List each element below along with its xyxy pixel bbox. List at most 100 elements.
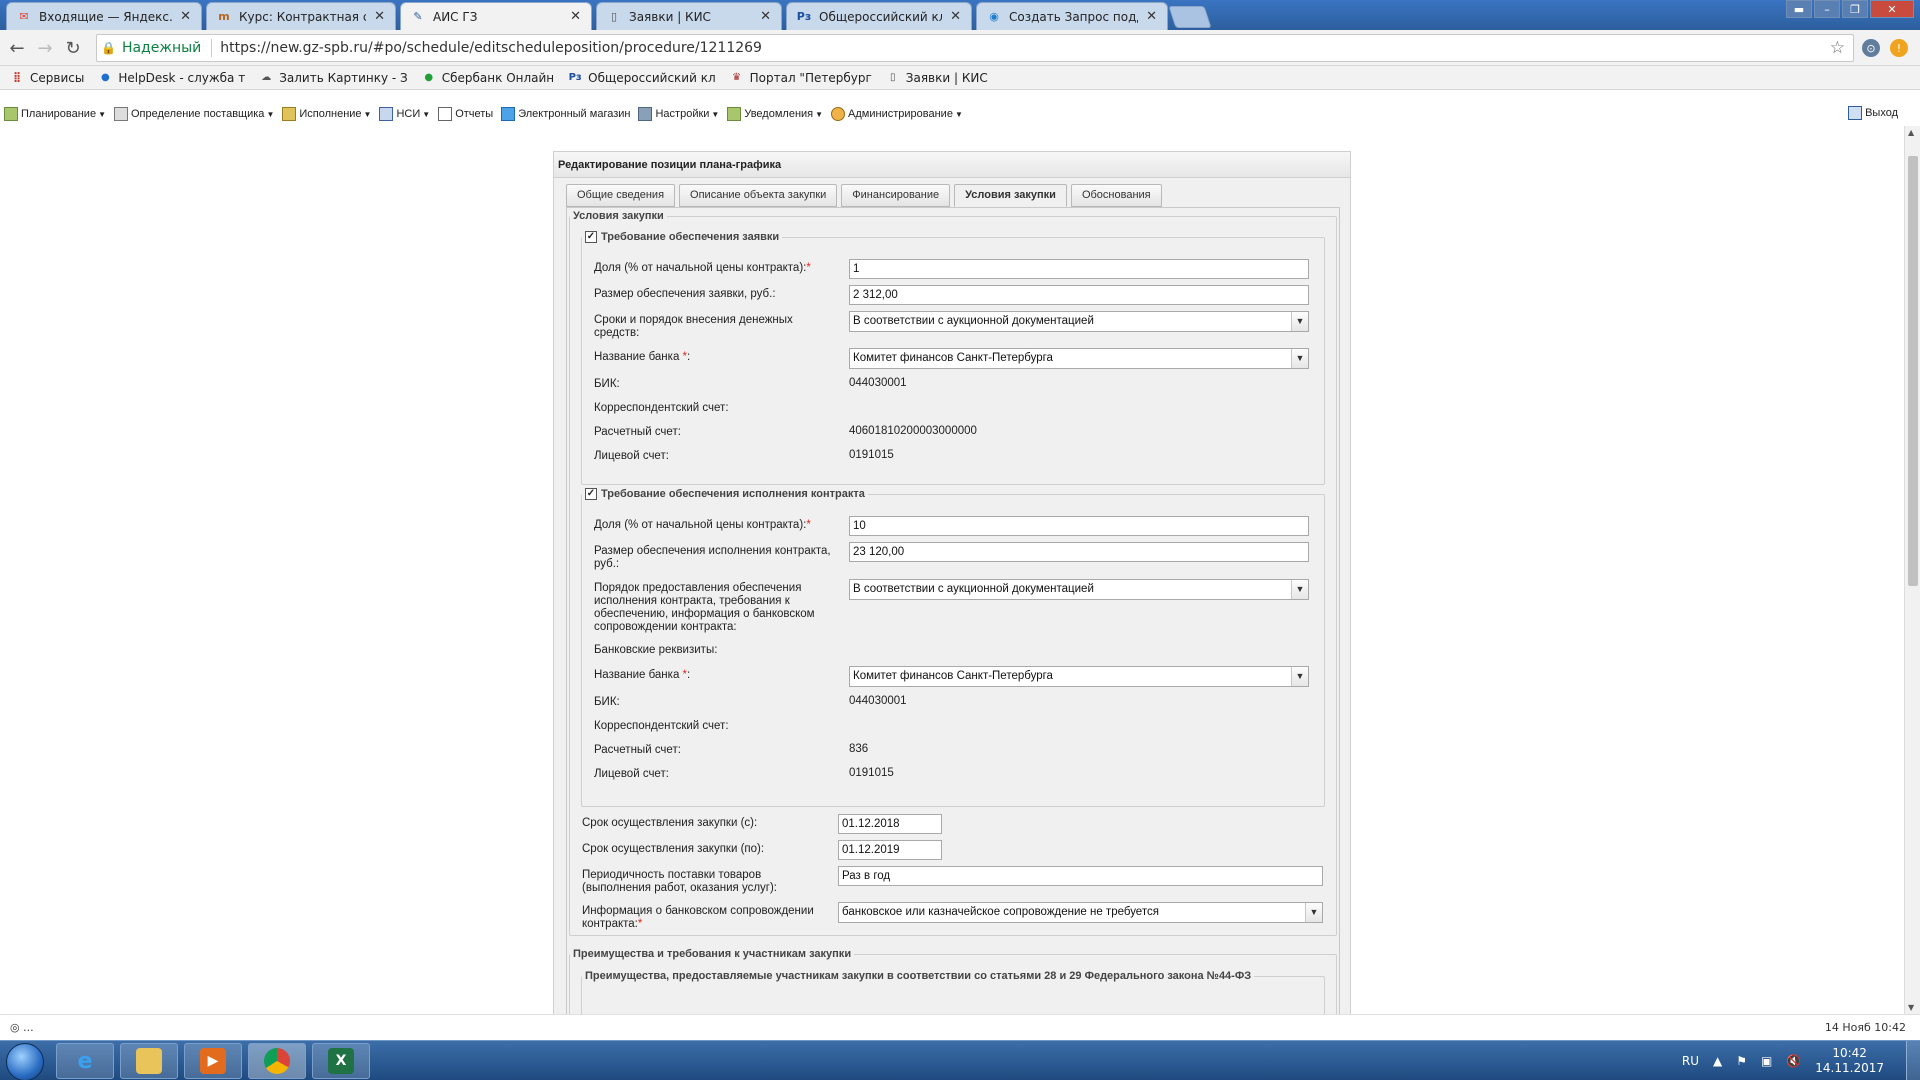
app-bank-select[interactable]: Комитет финансов Санкт-Петербурга ▼ [849, 348, 1309, 369]
menu-notifications[interactable]: Уведомления ▼ [727, 107, 823, 121]
close-icon[interactable]: ✕ [180, 9, 191, 24]
extension-icon[interactable]: ⊙ [1862, 39, 1880, 57]
menu-settings[interactable]: Настройки ▼ [638, 107, 719, 121]
menu-execution[interactable]: Исполнение ▼ [282, 107, 371, 121]
status-left-text: ◎ ... [10, 1021, 34, 1034]
show-desktop-button[interactable] [1906, 1041, 1920, 1080]
url-text[interactable]: https://new.gz-spb.ru/#po/schedule/edits… [220, 40, 762, 56]
bookmark-kis[interactable]: ▯ Заявки | КИС [886, 71, 988, 85]
periodicity-input[interactable]: Раз в год [838, 866, 1323, 886]
close-icon[interactable]: ✕ [760, 9, 771, 24]
close-icon[interactable]: ✕ [374, 9, 385, 24]
reload-button[interactable]: ↻ [62, 37, 84, 59]
alert-icon[interactable]: ! [1890, 39, 1908, 57]
bookmark-apps[interactable]: ⣿ Сервисы [10, 71, 84, 85]
maximize-button[interactable]: ❐ [1842, 0, 1868, 18]
bookmark-image-upload[interactable]: ☁ Залить Картинку - З [259, 71, 408, 85]
menu-administration[interactable]: Администрирование ▼ [831, 107, 963, 121]
bookmark-sberbank[interactable]: ● Сбербанк Онлайн [422, 71, 554, 85]
bookmark-classifier[interactable]: Pз Общероссийский кл [568, 71, 716, 85]
chevron-down-icon[interactable]: ▼ [1291, 349, 1308, 368]
logout-button[interactable]: Выход [1848, 106, 1898, 120]
portal-icon: ♛ [732, 72, 742, 83]
chevron-down-icon[interactable]: ▼ [1291, 667, 1308, 686]
window-controls: ▬ – ❐ ✕ [1784, 0, 1914, 18]
contract-bank-select[interactable]: Комитет финансов Санкт-Петербурга ▼ [849, 666, 1309, 687]
bookmark-helpdesk[interactable]: ● HelpDesk - служба т [98, 71, 245, 85]
support-icon: ◉ [989, 10, 999, 23]
taskbar-ie[interactable]: e [56, 1043, 114, 1079]
contract-settle-label: Расчетный счет: [594, 744, 681, 756]
period-to-input[interactable]: 01.12.2019 [838, 840, 942, 860]
start-button[interactable] [6, 1043, 44, 1080]
browser-tab-mail[interactable]: ✉ Входящие — Яндекс.По ✕ [6, 2, 202, 30]
menu-planning[interactable]: Планирование ▼ [4, 107, 106, 121]
caret-down-icon: ▼ [266, 109, 275, 119]
language-indicator[interactable]: RU [1682, 1054, 1699, 1068]
forward-button[interactable]: → [34, 37, 56, 59]
contract-procedure-select[interactable]: В соответствии с аукционной документацие… [849, 579, 1309, 600]
clock-date: 14.11.2017 [1815, 1061, 1884, 1075]
scroll-down-icon[interactable]: ▼ [1908, 1003, 1914, 1012]
chevron-down-icon[interactable]: ▼ [1291, 580, 1308, 599]
profile-button[interactable]: ▬ [1786, 0, 1812, 18]
scrollbar-thumb[interactable] [1908, 156, 1918, 586]
contract-share-input[interactable]: 10 [849, 516, 1309, 536]
exit-icon [1848, 106, 1863, 120]
edit-position-panel: Редактирование позиции плана-графика Общ… [553, 151, 1351, 1014]
volume-icon[interactable]: 🔇 [1786, 1054, 1801, 1068]
close-window-button[interactable]: ✕ [1870, 0, 1914, 18]
gear-icon [114, 107, 128, 121]
period-from-label: Срок осуществления закупки (с): [582, 817, 758, 829]
tab-justifications[interactable]: Обоснования [1070, 184, 1162, 207]
application-security-checkbox[interactable]: ✓ [585, 231, 597, 243]
tab-general[interactable]: Общие сведения [566, 184, 676, 207]
scroll-up-icon[interactable]: ▲ [1908, 128, 1914, 137]
browser-tab-ais[interactable]: ✎ АИС ГЗ ✕ [400, 2, 592, 30]
contract-bik-label: БИК: [594, 696, 620, 708]
chevron-down-icon[interactable]: ▼ [1305, 903, 1322, 922]
taskbar-media-player[interactable]: ▶ [184, 1043, 242, 1079]
browser-tab-support[interactable]: ◉ Создать Запрос поддер ✕ [976, 2, 1168, 30]
new-tab-button[interactable] [1168, 6, 1212, 28]
menu-nsi[interactable]: НСИ ▼ [379, 107, 430, 121]
app-settle-label: Расчетный счет: [594, 426, 681, 438]
bank-support-select[interactable]: банковское или казначейское сопровождени… [838, 902, 1323, 923]
app-terms-select[interactable]: В соответствии с аукционной документацие… [849, 311, 1309, 332]
browser-tab-course[interactable]: m Курс: Контрактная систе ✕ [206, 2, 396, 30]
back-button[interactable]: ← [6, 37, 28, 59]
status-bar: ◎ ... 14 Нояб 10:42 [0, 1014, 1920, 1040]
taskbar-excel[interactable]: X [312, 1043, 370, 1079]
menu-supplier[interactable]: Определение поставщика ▼ [114, 107, 274, 121]
taskbar-explorer[interactable] [120, 1043, 178, 1079]
tab-financing[interactable]: Финансирование [841, 184, 951, 207]
bookmark-star-icon[interactable]: ☆ [1830, 38, 1845, 58]
close-icon[interactable]: ✕ [570, 9, 581, 24]
close-icon[interactable]: ✕ [1146, 9, 1157, 24]
browser-tab-classifier[interactable]: Pз Общероссийский класс ✕ [786, 2, 972, 30]
menu-reports[interactable]: Отчеты [438, 107, 493, 121]
app-amount-input[interactable]: 2 312,00 [849, 285, 1309, 305]
app-share-input[interactable]: 1 [849, 259, 1309, 279]
tray-expand-icon[interactable]: ▲ [1713, 1054, 1722, 1068]
app-terms-label: Сроки и порядок внесения денежных средст… [594, 314, 793, 339]
network-icon[interactable]: ▣ [1761, 1054, 1772, 1068]
clock[interactable]: 10:42 14.11.2017 [1815, 1046, 1884, 1076]
chevron-down-icon[interactable]: ▼ [1291, 312, 1308, 331]
menu-eshop[interactable]: Электронный магазин [501, 107, 630, 121]
close-icon[interactable]: ✕ [950, 9, 961, 24]
contract-security-checkbox[interactable]: ✓ [585, 488, 597, 500]
app-bik-value: 044030001 [849, 377, 907, 389]
contract-procedure-label: Порядок предоставления обеспечения испол… [594, 582, 815, 633]
minimize-button[interactable]: – [1814, 0, 1840, 18]
page-scrollbar[interactable]: ▲ ▼ [1904, 126, 1920, 1014]
address-bar[interactable]: 🔒 Надежный https://new.gz-spb.ru/#po/sch… [96, 34, 1854, 62]
tab-purchase-conditions[interactable]: Условия закупки [954, 184, 1067, 207]
tab-object-description[interactable]: Описание объекта закупки [679, 184, 838, 207]
flag-icon[interactable]: ⚑ [1736, 1054, 1747, 1068]
taskbar-chrome[interactable] [248, 1043, 306, 1079]
bookmark-portal[interactable]: ♛ Портал "Петербург [730, 71, 872, 85]
browser-tab-kis[interactable]: ▯ Заявки | КИС ✕ [596, 2, 782, 30]
period-from-input[interactable]: 01.12.2018 [838, 814, 942, 834]
contract-amount-input[interactable]: 23 120,00 [849, 542, 1309, 562]
